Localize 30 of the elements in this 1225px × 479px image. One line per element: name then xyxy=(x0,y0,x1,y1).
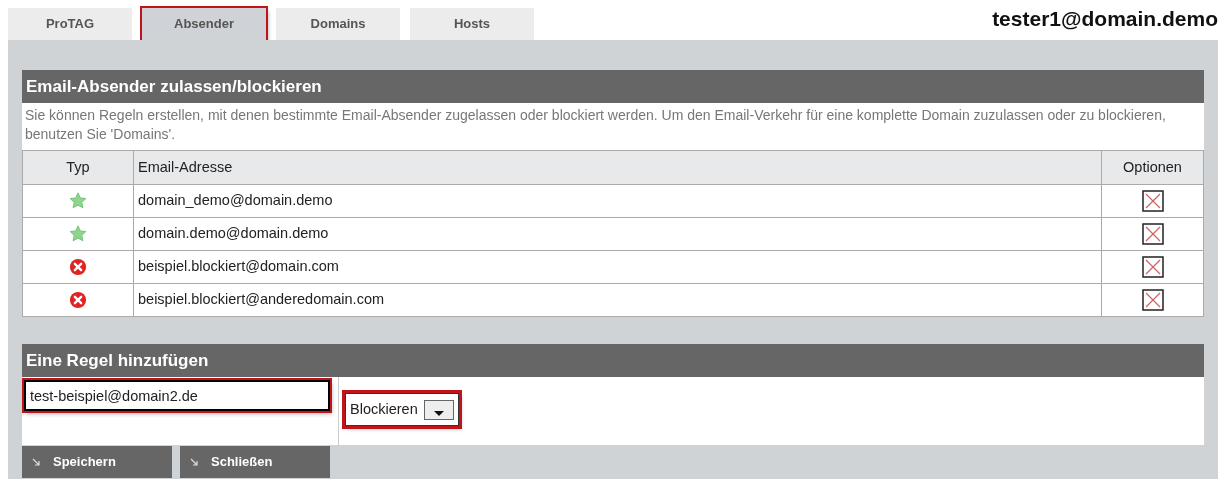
tab[interactable]: Hosts xyxy=(410,8,534,40)
delete-icon[interactable] xyxy=(1141,190,1164,212)
section-title: Eine Regel hinzufügen xyxy=(22,344,1204,377)
section-title: Email-Absender zulassen/blockieren xyxy=(22,70,1204,103)
email-input-field[interactable]: test-beispiel@domain2.de xyxy=(24,380,330,411)
blocked-icon xyxy=(69,291,87,309)
action-button[interactable]: Schließen xyxy=(180,446,330,478)
column-header: Typ xyxy=(22,150,134,185)
tab[interactable]: Absender xyxy=(142,8,266,40)
table-cell: domain_demo@domain.demo xyxy=(133,184,1102,218)
action-button[interactable]: Speichern xyxy=(22,446,172,478)
user-email: tester1@domain.demo xyxy=(992,5,1218,32)
delete-icon[interactable] xyxy=(1141,256,1164,278)
description: Sie können Regeln erstellen, mit denen bestimmte Email-Absender zugelassen oder blockiert werden. Um den Email-Verkehr für eine komplette Domain zuzulassen oder zu blockieren, benutzen Sie 'Domains'. xyxy=(22,103,1204,150)
delete-icon[interactable] xyxy=(1141,223,1164,245)
star-icon xyxy=(69,192,87,210)
table-cell: beispiel.blockiert@anderedomain.com xyxy=(133,283,1102,317)
dropdown-caret-icon xyxy=(423,399,454,420)
column-header: Email-Adresse xyxy=(133,150,1102,185)
star-icon xyxy=(69,225,87,243)
delete-icon[interactable] xyxy=(1141,289,1164,311)
table-cell: domain.demo@domain.demo xyxy=(133,217,1102,251)
arrow-icon xyxy=(190,457,199,467)
arrow-icon xyxy=(32,457,41,467)
action-select[interactable]: Blockieren xyxy=(345,393,459,426)
blocked-icon xyxy=(69,258,87,276)
table-cell: beispiel.blockiert@domain.com xyxy=(133,250,1102,284)
tab[interactable]: ProTAG xyxy=(8,8,132,40)
column-header: Optionen xyxy=(1101,150,1204,185)
tab[interactable]: Domains xyxy=(276,8,400,40)
